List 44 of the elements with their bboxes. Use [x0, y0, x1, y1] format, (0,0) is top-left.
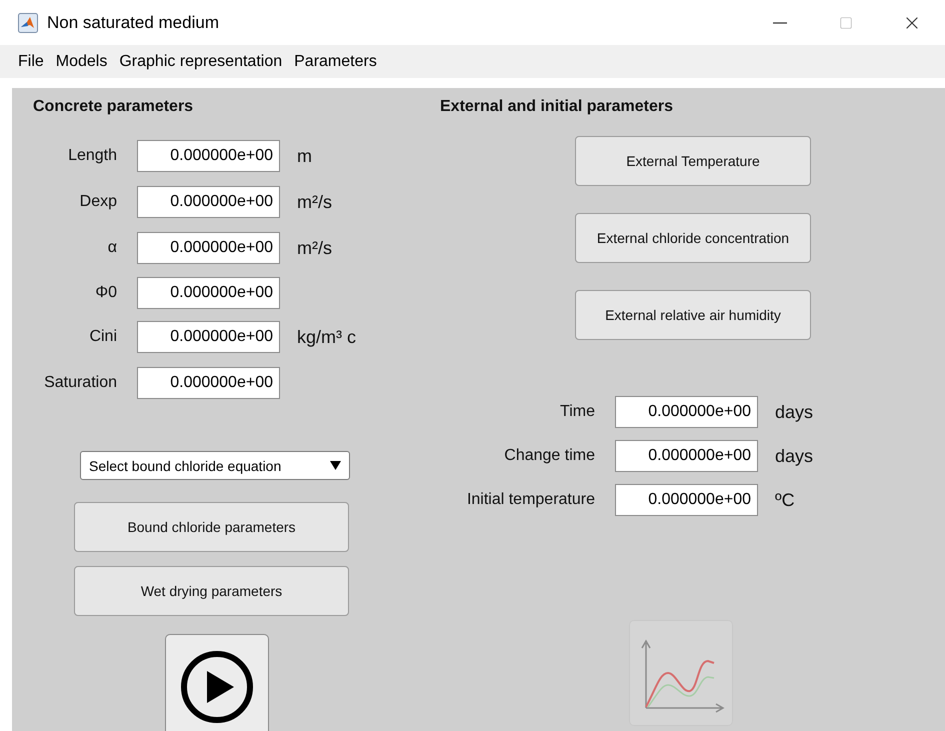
- parameters-button[interactable]: Bound chloride parameters: [74, 502, 349, 552]
- unit-label: days: [775, 446, 814, 466]
- input-field[interactable]: 0.000000e+00: [615, 440, 758, 472]
- unit-label: days: [775, 402, 814, 422]
- window-title: Non saturated medium: [47, 12, 220, 32]
- equation-dropdown[interactable]: Select bound chloride equation: [80, 451, 350, 480]
- unit-label: m²/s: [297, 192, 332, 212]
- field-label: Length: [67, 147, 117, 165]
- external-parameter-button[interactable]: External Temperature: [575, 136, 811, 186]
- caret-icon: [330, 461, 341, 470]
- unit-label: kg/m³ c: [297, 326, 356, 348]
- minimize-icon: [773, 22, 787, 24]
- menu-item[interactable]: File: [18, 52, 44, 70]
- unit-label: m²/s: [297, 238, 332, 258]
- external-parameter-button[interactable]: External relative air humidity: [575, 290, 811, 340]
- input-field[interactable]: 0.000000e+00: [615, 396, 758, 428]
- input-field[interactable]: 0.000000e+00: [137, 186, 280, 218]
- menu-item[interactable]: Graphic representation: [119, 52, 282, 70]
- input-field[interactable]: 0.000000e+00: [137, 367, 280, 399]
- menu-item[interactable]: Models: [56, 52, 108, 70]
- section-heading: Concrete parameters: [33, 98, 194, 116]
- field-label: Φ0: [94, 284, 117, 302]
- field-label: Cini: [88, 328, 117, 346]
- menu-item[interactable]: Parameters: [294, 52, 377, 70]
- field-label: Time: [559, 403, 595, 421]
- app-logo-icon: [18, 12, 38, 32]
- input-field[interactable]: 0.000000e+00: [137, 140, 280, 172]
- input-field[interactable]: 0.000000e+00: [137, 321, 280, 353]
- external-parameter-button[interactable]: External chloride concentration: [575, 213, 811, 263]
- field-label: Initial temperature: [466, 491, 595, 509]
- field-label: α: [106, 239, 117, 257]
- play-icon: [179, 649, 255, 725]
- field-label: Dexp: [78, 193, 117, 211]
- parameters-button[interactable]: Wet drying parameters: [74, 566, 349, 616]
- unit-label: m: [297, 146, 312, 166]
- input-field[interactable]: 0.000000e+00: [615, 484, 758, 516]
- run-button[interactable]: [165, 634, 269, 731]
- unit-label: ºC: [775, 490, 795, 510]
- field-label: Change time: [503, 447, 595, 465]
- maximize-icon: [839, 16, 853, 30]
- input-field[interactable]: 0.000000e+00: [137, 276, 280, 308]
- field-label: Saturation: [43, 374, 117, 392]
- input-field[interactable]: 0.000000e+00: [137, 232, 280, 264]
- section-heading: External and initial parameters: [440, 98, 674, 117]
